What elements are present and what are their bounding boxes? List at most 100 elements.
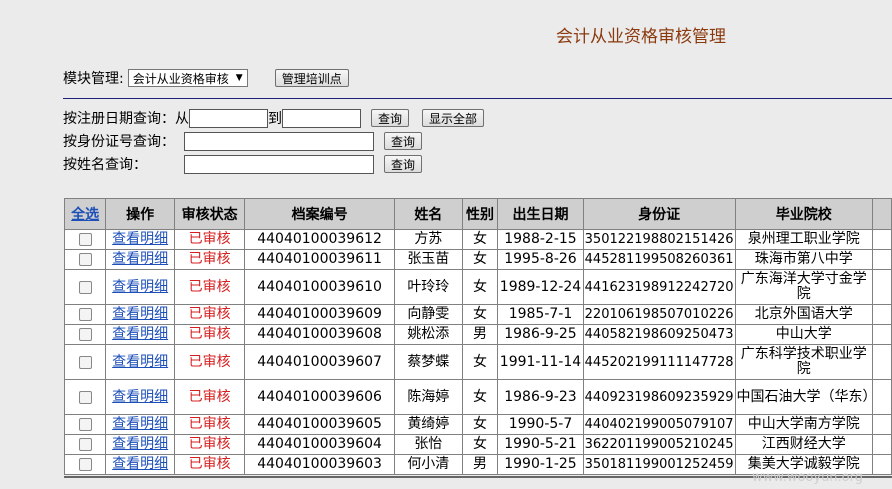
gender-cell: 女	[461, 304, 499, 325]
gender-cell: 女	[461, 269, 499, 305]
name-query-button[interactable]: 查询	[384, 155, 423, 173]
view-details-link[interactable]: 查看明细	[105, 379, 175, 415]
status-cell: 已审核	[173, 229, 246, 250]
view-details-link[interactable]: 查看明细	[105, 324, 175, 345]
header-gender: 性别	[461, 198, 499, 230]
view-details-link[interactable]: 查看明细	[105, 434, 175, 455]
module-row: 模块管理: 会计从业资格审核 ▼ 管理培训点	[63, 68, 349, 88]
status-cell: 已审核	[173, 269, 246, 305]
name-cell: 张怡	[393, 434, 463, 455]
id-cell: 440582198609250473	[582, 324, 736, 345]
status-cell: 已审核	[173, 454, 246, 475]
file-no-cell: 44040100039608	[244, 324, 395, 345]
birth-cell: 1989-12-24	[497, 269, 584, 305]
school-cell: 广东海洋大学寸金学院	[734, 269, 873, 305]
table-row: 查看明细 已审核 44040100039612 方苏女 1988-2-15 3501221…	[63, 229, 892, 250]
file-no-cell: 44040100039605	[244, 414, 395, 435]
show-all-button[interactable]: 显示全部	[422, 109, 485, 127]
view-details-link[interactable]: 查看明细	[105, 454, 175, 475]
manage-training-button[interactable]: 管理培训点	[274, 69, 349, 87]
id-cell: 350122198802151426	[582, 229, 736, 250]
header-overflow	[871, 198, 892, 230]
row-checkbox[interactable]	[63, 304, 107, 325]
status-cell: 已审核	[173, 304, 246, 325]
gender-cell: 女	[461, 249, 499, 270]
header-action: 操作	[105, 198, 175, 230]
file-no-cell: 44040100039604	[244, 434, 395, 455]
birth-cell: 1988-2-15	[497, 229, 584, 250]
view-details-link[interactable]: 查看明细	[105, 304, 175, 325]
select-all-link[interactable]: 全选	[63, 198, 107, 230]
row-checkbox[interactable]	[63, 379, 107, 415]
file-no-cell: 44040100039607	[244, 344, 395, 380]
name-input[interactable]	[184, 154, 374, 174]
id-cell: 445281199508260361	[582, 249, 736, 270]
school-cell: 珠海市第八中学	[734, 249, 873, 270]
school-cell: 中国石油大学（华东）	[734, 379, 873, 415]
header-name: 姓名	[393, 198, 463, 230]
date-from-input[interactable]	[189, 108, 268, 128]
id-cell: 440402199005079107	[582, 414, 736, 435]
overflow-cell	[871, 229, 892, 250]
birth-cell: 1990-1-25	[497, 454, 584, 475]
row-checkbox[interactable]	[63, 229, 107, 250]
date-query-button[interactable]: 查询	[371, 109, 410, 127]
page-title: 会计从业资格审核管理	[556, 27, 726, 47]
header-file-no: 档案编号	[244, 198, 395, 230]
view-details-link[interactable]: 查看明细	[105, 229, 175, 250]
row-checkbox[interactable]	[63, 414, 107, 435]
row-checkbox[interactable]	[63, 344, 107, 380]
id-cell: 362201199005210245	[582, 434, 736, 455]
name-cell: 黄绮婷	[393, 414, 463, 435]
header-school: 毕业院校	[734, 198, 873, 230]
row-checkbox[interactable]	[63, 324, 107, 345]
table-row: 查看明细 已审核 44040100039607 蔡梦蝶女 1991-11-14 44520…	[63, 344, 892, 380]
overflow-cell	[871, 379, 892, 415]
watermark: www.wooyun.org	[752, 470, 864, 485]
row-checkbox[interactable]	[63, 454, 107, 475]
module-select[interactable]: 会计从业资格审核 ▼	[127, 69, 248, 87]
school-cell: 泉州理工职业学院	[734, 229, 873, 250]
birth-cell: 1990-5-7	[497, 414, 584, 435]
header-id: 身份证	[582, 198, 736, 230]
gender-cell: 男	[461, 324, 499, 345]
table-row: 查看明细 已审核 44040100039608 姚松添男 1986-9-25 440582…	[63, 324, 892, 345]
school-cell: 北京外国语大学	[734, 304, 873, 325]
overflow-cell	[871, 249, 892, 270]
records-table: 全选 操作 审核状态 档案编号 姓名 性别 出生日期 身份证 毕业院校 查看明细…	[63, 198, 892, 475]
row-checkbox[interactable]	[63, 269, 107, 305]
view-details-link[interactable]: 查看明细	[105, 414, 175, 435]
birth-cell: 1986-9-23	[497, 379, 584, 415]
view-details-link[interactable]: 查看明细	[105, 269, 175, 305]
id-query-button[interactable]: 查询	[384, 132, 423, 150]
file-no-cell: 44040100039610	[244, 269, 395, 305]
date-query-row: 按注册日期查询：从 到 查询 显示全部	[63, 108, 485, 128]
gender-cell: 女	[461, 344, 499, 380]
status-cell: 已审核	[173, 414, 246, 435]
table-row: 查看明细 已审核 44040100039609 向静雯女 1985-7-1 2201061…	[63, 304, 892, 325]
overflow-cell	[871, 454, 892, 475]
name-query-row: 按姓名查询： 查询	[63, 154, 423, 174]
school-cell: 广东科学技术职业学院	[734, 344, 873, 380]
table-row: 查看明细 已审核 44040100039611 张玉苗女 1995-8-26 445281…	[63, 249, 892, 270]
name-cell: 张玉苗	[393, 249, 463, 270]
birth-cell: 1985-7-1	[497, 304, 584, 325]
row-checkbox[interactable]	[63, 249, 107, 270]
birth-cell: 1991-11-14	[497, 344, 584, 380]
row-checkbox[interactable]	[63, 434, 107, 455]
name-cell: 方苏	[393, 229, 463, 250]
id-cell: 220106198507010226	[582, 304, 736, 325]
name-cell: 姚松添	[393, 324, 463, 345]
view-details-link[interactable]: 查看明细	[105, 249, 175, 270]
status-cell: 已审核	[173, 379, 246, 415]
overflow-cell	[871, 324, 892, 345]
file-no-cell: 44040100039606	[244, 379, 395, 415]
id-input[interactable]	[184, 131, 374, 151]
date-to-input[interactable]	[282, 108, 361, 128]
gender-cell: 女	[461, 229, 499, 250]
table-row: 查看明细 已审核 44040100039604 张怡女 1990-5-21 3622011…	[63, 434, 892, 455]
status-cell: 已审核	[173, 434, 246, 455]
name-cell: 向静雯	[393, 304, 463, 325]
divider	[63, 98, 892, 99]
view-details-link[interactable]: 查看明细	[105, 344, 175, 380]
